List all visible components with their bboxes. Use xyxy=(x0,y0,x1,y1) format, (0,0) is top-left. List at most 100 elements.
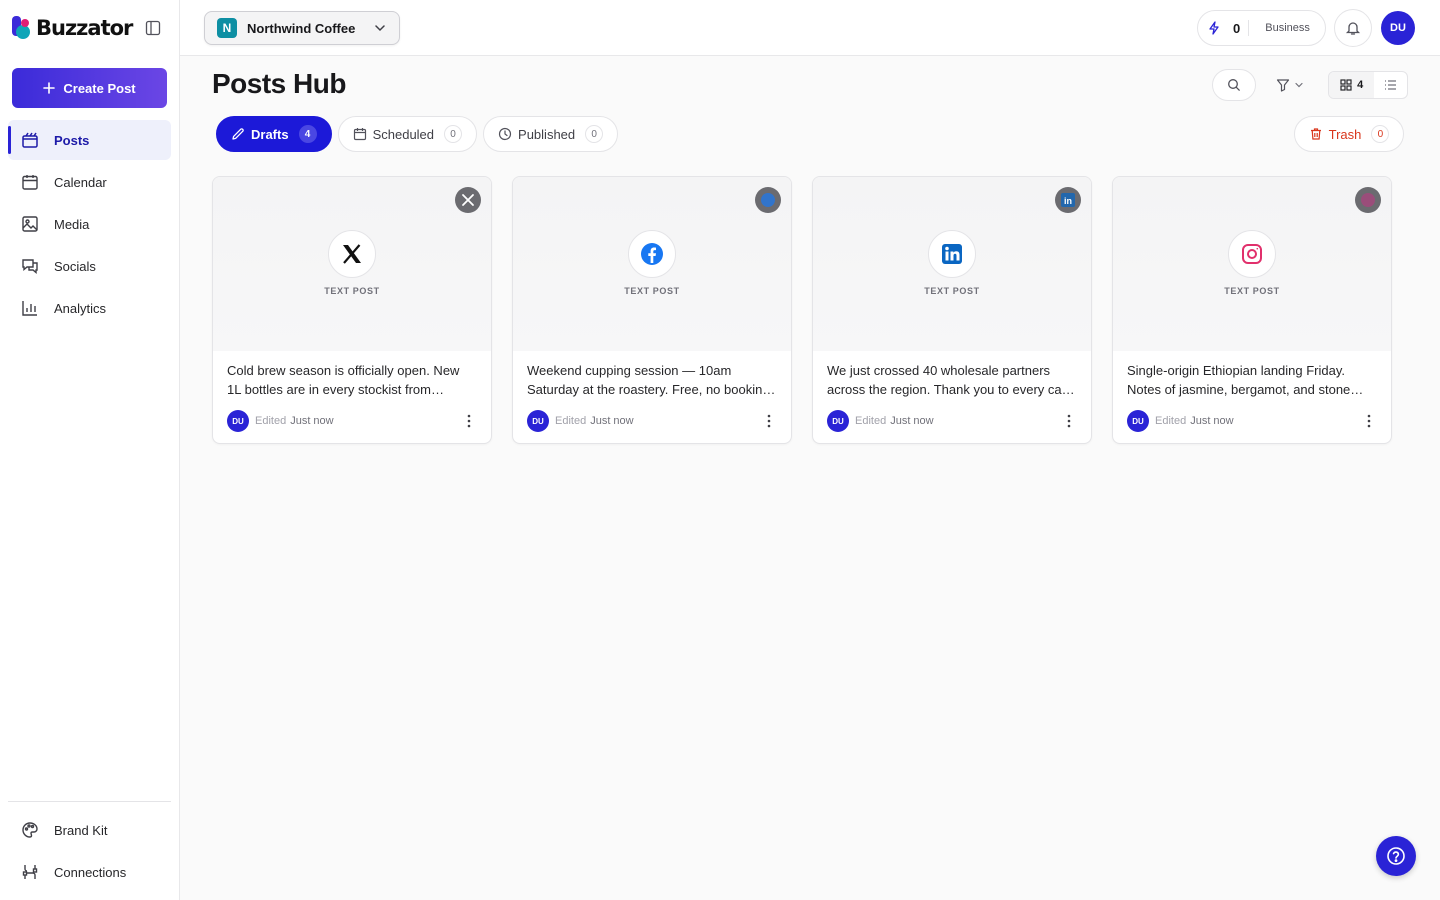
user-avatar[interactable]: DU xyxy=(1381,11,1415,45)
clock-icon xyxy=(498,127,512,141)
instagram-badge-icon xyxy=(1355,187,1381,213)
sidebar-item-media[interactable]: Media xyxy=(8,204,171,244)
more-options-icon[interactable] xyxy=(1061,413,1077,429)
author-avatar: DU xyxy=(527,410,549,432)
edited-time: Just now xyxy=(890,415,934,427)
post-type-label: TEXT POST xyxy=(1224,286,1280,296)
sidebar-item-calendar[interactable]: Calendar xyxy=(8,162,171,202)
post-footer: DU Edited Just now xyxy=(527,410,777,432)
sidebar-item-analytics[interactable]: Analytics xyxy=(8,288,171,328)
bell-icon xyxy=(1345,22,1361,35)
view-toggle: 4 xyxy=(1328,71,1408,99)
grid-icon xyxy=(1340,79,1352,91)
edited-time: Just now xyxy=(290,415,334,427)
calendar-icon xyxy=(20,172,40,192)
sidebar-item-connections[interactable]: Connections xyxy=(8,852,171,892)
more-options-icon[interactable] xyxy=(1361,413,1377,429)
facebook-logo-icon xyxy=(628,230,676,278)
page-title: Posts Hub xyxy=(212,68,346,99)
sidebar-item-posts[interactable]: Posts xyxy=(8,120,171,160)
list-view-button[interactable] xyxy=(1374,72,1407,98)
lightning-icon xyxy=(1209,21,1219,35)
tab-count: 0 xyxy=(585,125,604,143)
workspace-badge: N xyxy=(217,18,237,38)
sidebar-collapse-icon[interactable] xyxy=(144,19,162,37)
tab-label: Drafts xyxy=(251,126,289,142)
connections-icon xyxy=(20,862,40,882)
post-type-label: TEXT POST xyxy=(624,286,680,296)
post-type-label: TEXT POST xyxy=(924,286,980,296)
post-preview: TEXT POST xyxy=(213,177,491,351)
sidebar-item-label: Media xyxy=(54,216,90,232)
credits-separator xyxy=(1248,20,1250,36)
tab-scheduled[interactable]: Scheduled 0 xyxy=(337,116,478,152)
plan-label: Business xyxy=(1265,22,1310,34)
sidebar-item-label: Posts xyxy=(54,132,90,148)
post-text: We just crossed 40 wholesale partners ac… xyxy=(827,363,1073,397)
author-avatar: DU xyxy=(227,410,249,432)
post-footer: DU Edited Just now xyxy=(827,410,1077,432)
filter-button[interactable] xyxy=(1268,69,1312,101)
tab-count: 0 xyxy=(444,125,463,143)
edited-time: Just now xyxy=(590,415,634,427)
edited-time: Just now xyxy=(1190,415,1234,427)
chat-icon xyxy=(20,256,40,276)
sidebar-item-brand-kit[interactable]: Brand Kit xyxy=(8,810,171,850)
posts-grid: TEXT POST Cold brew season is officially… xyxy=(212,176,1392,444)
trash-count: 0 xyxy=(1371,125,1390,143)
author-avatar: DU xyxy=(1127,410,1149,432)
author-avatar: DU xyxy=(827,410,849,432)
edited-label: Edited xyxy=(855,415,887,427)
trash-icon xyxy=(1310,128,1321,140)
logo-mark-icon xyxy=(12,16,32,40)
search-icon xyxy=(1228,79,1240,91)
search-button[interactable] xyxy=(1212,69,1256,101)
trash-button[interactable]: Trash 0 xyxy=(1294,116,1404,152)
create-post-label: Create Post xyxy=(63,80,136,96)
post-text: Weekend cupping session — 10am Saturday … xyxy=(527,363,770,397)
sidebar: Buzzator Create Post Posts Calendar Medi… xyxy=(0,0,180,900)
help-button[interactable] xyxy=(1376,836,1416,876)
credits-plan-pill[interactable]: 0 Business xyxy=(1197,10,1326,46)
pencil-icon xyxy=(232,128,244,140)
tab-count: 4 xyxy=(298,125,317,143)
notifications-button[interactable] xyxy=(1334,9,1372,47)
sidebar-item-label: Analytics xyxy=(54,300,107,316)
grid-view-button[interactable]: 4 xyxy=(1329,72,1375,98)
post-card[interactable]: TEXT POST Single-origin Ethiopian landin… xyxy=(1112,176,1392,444)
linkedin-badge-icon: in xyxy=(1055,187,1081,213)
tab-label: Published xyxy=(518,126,576,142)
plus-icon xyxy=(43,82,56,94)
sidebar-item-socials[interactable]: Socials xyxy=(8,246,171,286)
post-card[interactable]: TEXT POST Weekend cupping session — 10am… xyxy=(512,176,792,444)
more-options-icon[interactable] xyxy=(461,413,477,429)
grid-count: 4 xyxy=(1357,79,1364,91)
sidebar-item-label: Socials xyxy=(54,258,96,274)
facebook-badge-icon xyxy=(755,187,781,213)
tab-published[interactable]: Published 0 xyxy=(483,116,619,152)
post-text: Single-origin Ethiopian landing Friday. … xyxy=(1127,363,1351,397)
x-logo-icon xyxy=(328,230,376,278)
more-options-icon[interactable] xyxy=(761,413,777,429)
edited-label: Edited xyxy=(1155,415,1187,427)
post-card[interactable]: in TEXT POST We just crossed 40 wholesal… xyxy=(812,176,1092,444)
filter-icon xyxy=(1276,79,1290,92)
post-footer: DU Edited Just now xyxy=(1127,410,1377,432)
palette-icon xyxy=(20,820,40,840)
tab-drafts[interactable]: Drafts 4 xyxy=(216,116,332,152)
edited-label: Edited xyxy=(555,415,587,427)
sidebar-bottom-nav: Brand Kit Connections xyxy=(8,810,171,894)
sidebar-nav: Posts Calendar Media Socials Analytics xyxy=(8,120,171,330)
trash-label: Trash xyxy=(1328,126,1362,142)
help-icon xyxy=(1387,847,1405,865)
svg-text:in: in xyxy=(1064,196,1072,206)
create-post-button[interactable]: Create Post xyxy=(12,68,167,108)
calendar-icon xyxy=(353,128,366,141)
brand-name: Buzzator xyxy=(36,16,133,40)
workspace-switcher[interactable]: N Northwind Coffee xyxy=(204,11,400,45)
edited-label: Edited xyxy=(255,415,287,427)
post-card[interactable]: TEXT POST Cold brew season is officially… xyxy=(212,176,492,444)
sidebar-item-label: Brand Kit xyxy=(54,822,108,838)
top-bar: N Northwind Coffee 0 Business DU xyxy=(180,0,1440,56)
post-footer: DU Edited Just now xyxy=(227,410,477,432)
